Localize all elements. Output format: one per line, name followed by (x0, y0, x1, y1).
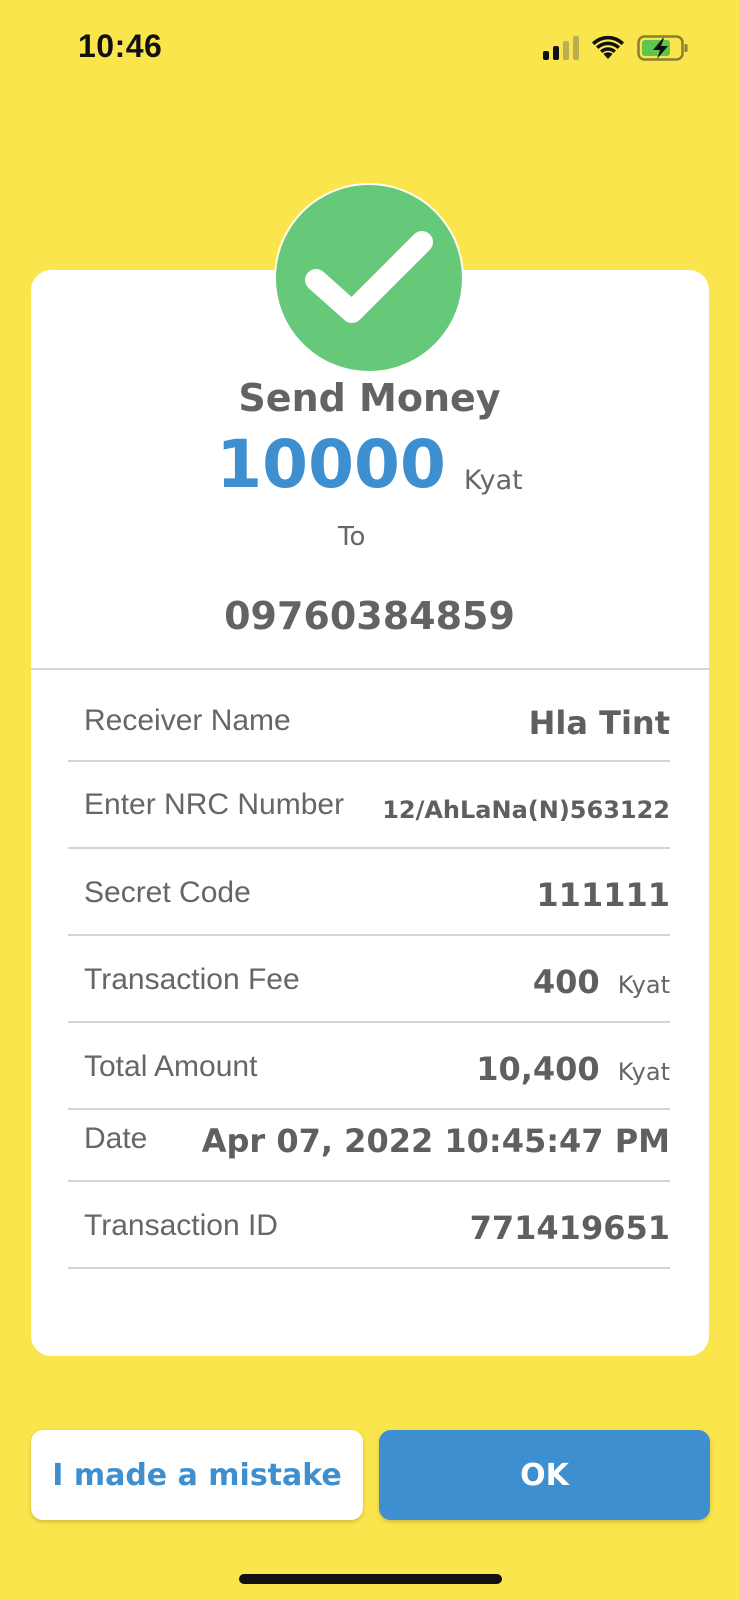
detail-row-date: Date Apr 07, 2022 10:45:47 PM (68, 1110, 670, 1182)
detail-value: 111111 (536, 876, 670, 914)
status-icons (543, 34, 689, 62)
transaction-fee-value: 400 (532, 963, 600, 1001)
detail-value: 400 Kyat (533, 963, 670, 1001)
detail-label: Date (84, 1122, 148, 1155)
status-time: 10:46 (78, 28, 163, 64)
transaction-fee-unit: Kyat (617, 971, 670, 999)
total-amount-unit: Kyat (617, 1058, 670, 1086)
detail-value: 771419651 (470, 1209, 670, 1247)
detail-label: Receiver Name (84, 704, 291, 737)
status-bar: 10:46 (0, 0, 739, 100)
recipient-phone: 09760384859 (224, 594, 515, 638)
detail-value: 12/AhLaNa(N)563122 (382, 796, 670, 824)
mistake-button[interactable]: I made a mistake (31, 1430, 363, 1520)
detail-row-transaction-fee: Transaction Fee 400 Kyat (68, 936, 670, 1023)
receiver-name-value: Hla Tint (528, 704, 670, 742)
detail-value: Apr 07, 2022 10:45:47 PM (202, 1122, 670, 1160)
amount-currency: Kyat (463, 465, 523, 496)
cellular-signal-icon (543, 36, 579, 60)
detail-row-transaction-id: Transaction ID 771419651 (68, 1182, 670, 1269)
detail-row-receiver-name: Receiver Name Hla Tint (68, 670, 670, 762)
detail-label: Enter NRC Number (84, 788, 345, 821)
detail-label: Total Amount (84, 1050, 258, 1083)
detail-value: Hla Tint (529, 704, 670, 742)
sent-amount: 10000 (216, 426, 446, 503)
detail-label: Secret Code (84, 876, 251, 909)
success-checkmark-badge (276, 185, 462, 371)
nrc-number-value: 12/AhLaNa(N)563122 (382, 796, 670, 824)
home-indicator[interactable] (239, 1574, 502, 1584)
detail-value: 10,400 Kyat (476, 1050, 670, 1088)
to-label: To (338, 522, 366, 552)
detail-row-nrc-number: Enter NRC Number 12/AhLaNa(N)563122 (68, 762, 670, 849)
amount-row: 10000 Kyat (0, 432, 739, 498)
checkmark-icon (305, 231, 433, 323)
wifi-icon (592, 35, 624, 59)
ok-button[interactable]: OK (379, 1430, 710, 1520)
detail-label: Transaction Fee (84, 963, 300, 996)
secret-code-value: 111111 (536, 876, 670, 914)
detail-row-secret-code: Secret Code 111111 (68, 849, 670, 936)
battery-charging-icon (637, 35, 688, 61)
transaction-title: Send Money (238, 376, 501, 420)
detail-row-total-amount: Total Amount 10,400 Kyat (68, 1023, 670, 1110)
date-value: Apr 07, 2022 10:45:47 PM (201, 1122, 670, 1160)
transaction-id-value: 771419651 (469, 1209, 670, 1247)
detail-label: Transaction ID (84, 1209, 278, 1242)
total-amount-value: 10,400 (476, 1050, 600, 1088)
